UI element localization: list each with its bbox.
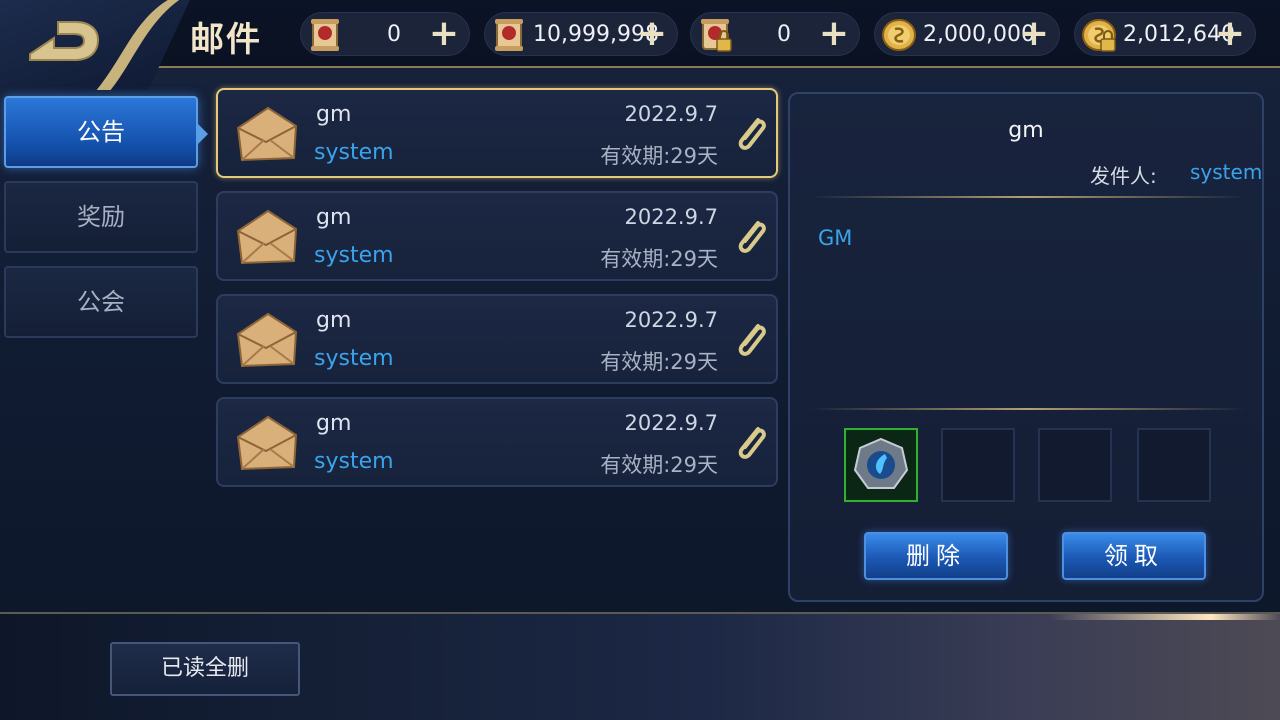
add-resource-button-2[interactable]: + bbox=[635, 16, 669, 52]
back-arrow-icon bbox=[29, 21, 100, 61]
resource-value-1: 0 bbox=[387, 22, 401, 47]
mail-expiry: 有效期:29天 bbox=[600, 453, 718, 477]
mail-from: system bbox=[314, 346, 394, 371]
paperclip-icon bbox=[738, 324, 766, 356]
divider-top bbox=[810, 196, 1246, 198]
mail-sender: gm bbox=[316, 308, 352, 333]
tab-announcement[interactable]: 公告 bbox=[4, 96, 198, 168]
mail-from: system bbox=[314, 140, 394, 165]
active-tab-pointer bbox=[196, 122, 208, 146]
delete-button[interactable]: 删除 bbox=[864, 532, 1008, 580]
mail-date: 2022.9.7 bbox=[624, 411, 718, 435]
red-scroll-icon bbox=[495, 19, 523, 51]
add-resource-button-3[interactable]: + bbox=[817, 16, 851, 52]
sender-value: system bbox=[1190, 160, 1263, 184]
mail-expiry: 有效期:29天 bbox=[600, 144, 718, 168]
back-button[interactable] bbox=[0, 0, 190, 90]
gold-swoosh-icon bbox=[95, 0, 185, 90]
paperclip-icon bbox=[738, 221, 766, 253]
decorative-glow bbox=[1050, 614, 1280, 620]
mail-date: 2022.9.7 bbox=[624, 102, 718, 126]
resource-value-2: 10,999,998 bbox=[533, 22, 659, 47]
mail-item-3[interactable]: gm system 2022.9.7 有效期:29天 bbox=[216, 294, 778, 384]
claim-button[interactable]: 领取 bbox=[1062, 532, 1206, 580]
attachment-slot-3[interactable] bbox=[1038, 428, 1112, 502]
resource-value-5: 2,012,640 bbox=[1123, 22, 1235, 47]
bottom-bar: 已读全删 bbox=[0, 612, 1280, 720]
paperclip-icon bbox=[738, 427, 766, 459]
paperclip-icon bbox=[738, 118, 766, 150]
delete-all-read-button[interactable]: 已读全删 bbox=[110, 642, 300, 696]
attachment-slot-2[interactable] bbox=[941, 428, 1015, 502]
mail-from: system bbox=[314, 243, 394, 268]
envelope-icon bbox=[236, 312, 298, 368]
resource-value-3: 0 bbox=[777, 22, 791, 47]
mail-sender: gm bbox=[316, 102, 352, 127]
mail-detail-panel: gm 发件人: system GM 删除 领取 bbox=[788, 92, 1264, 602]
mail-date: 2022.9.7 bbox=[624, 308, 718, 332]
mail-item-4[interactable]: gm system 2022.9.7 有效期:29天 bbox=[216, 397, 778, 487]
mail-date: 2022.9.7 bbox=[624, 205, 718, 229]
envelope-icon bbox=[236, 209, 298, 265]
page-title: 邮件 bbox=[190, 20, 262, 60]
add-resource-button-1[interactable]: + bbox=[427, 16, 461, 52]
blue-gem-badge-icon bbox=[853, 437, 909, 489]
tab-rewards[interactable]: 奖励 bbox=[4, 181, 198, 253]
mail-expiry: 有效期:29天 bbox=[600, 247, 718, 271]
add-resource-button-4[interactable]: + bbox=[1017, 16, 1051, 52]
mail-expiry: 有效期:29天 bbox=[600, 350, 718, 374]
mail-item-1[interactable]: gm system 2022.9.7 有效期:29天 bbox=[216, 88, 778, 178]
add-resource-button-5[interactable]: + bbox=[1213, 16, 1247, 52]
gold-coin-icon bbox=[882, 19, 916, 51]
resource-counter-2: 10,999,998 + bbox=[484, 12, 678, 56]
resource-counter-1: 0 + bbox=[300, 12, 470, 56]
envelope-icon bbox=[236, 415, 298, 471]
locked-gold-coin-icon bbox=[1082, 19, 1116, 52]
sender-label: 发件人: bbox=[1090, 164, 1157, 188]
mail-body: GM bbox=[818, 226, 853, 250]
envelope-icon bbox=[236, 106, 298, 162]
resource-counter-3: 0 + bbox=[690, 12, 860, 56]
mail-sender: gm bbox=[316, 411, 352, 436]
resource-counter-4: 2,000,000 + bbox=[874, 12, 1060, 56]
attachment-slot-1[interactable] bbox=[844, 428, 918, 502]
mail-detail-title: gm bbox=[1008, 118, 1044, 143]
divider-bottom bbox=[810, 408, 1246, 410]
locked-scroll-icon bbox=[701, 19, 732, 52]
mail-sender: gm bbox=[316, 205, 352, 230]
tab-guild[interactable]: 公会 bbox=[4, 266, 198, 338]
resource-counter-5: 2,012,640 + bbox=[1074, 12, 1256, 56]
red-scroll-icon bbox=[311, 19, 339, 51]
mail-item-2[interactable]: gm system 2022.9.7 有效期:29天 bbox=[216, 191, 778, 281]
attachment-slot-4[interactable] bbox=[1137, 428, 1211, 502]
top-bar: 邮件 0 + 10,999,998 + 0 + 2,000,000 + 2,01… bbox=[0, 0, 1280, 90]
mail-from: system bbox=[314, 449, 394, 474]
resource-value-4: 2,000,000 bbox=[923, 22, 1035, 47]
